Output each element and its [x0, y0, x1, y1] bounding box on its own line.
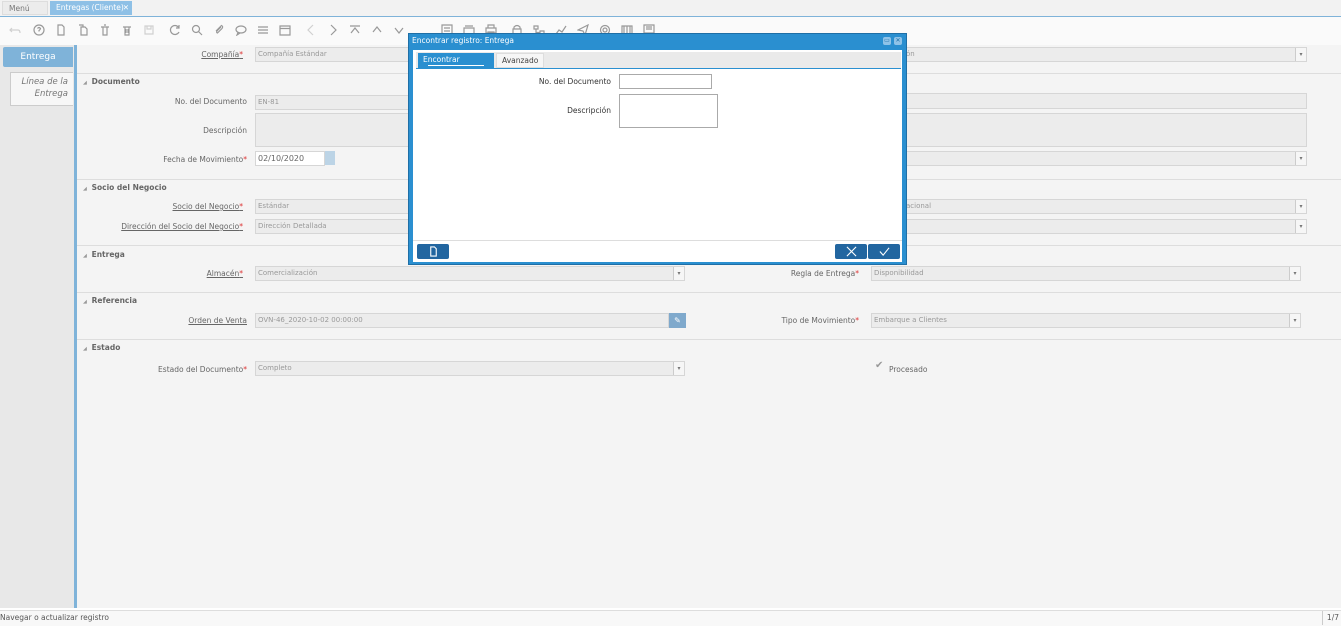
orden-field[interactable]: OVN-46_2020-10-02 00:00:00	[255, 313, 669, 328]
compania-field[interactable]: Compañía Estándar	[255, 47, 415, 62]
compania-label[interactable]: Compañía*	[23, 50, 243, 59]
grid-toggle-icon[interactable]	[256, 23, 270, 37]
dlg-no-documento-label: No. del Documento	[538, 77, 611, 86]
window-tab-bar: Menú (0) Entregas (Cliente) ✕	[0, 0, 1341, 27]
descripcion-right-field[interactable]	[903, 113, 1307, 147]
help-icon[interactable]	[32, 23, 46, 37]
procesado-checkbox[interactable]: ✔	[875, 361, 885, 371]
dialog-body: Encontrar registro Avanzado No. del Docu…	[413, 50, 902, 262]
chat-icon[interactable]	[234, 23, 248, 37]
chevron-down-icon[interactable]: ▾	[1295, 48, 1306, 61]
find-dialog: Encontrar registro: Entrega ▭ ✕ Encontra…	[408, 33, 907, 265]
chevron-down-icon[interactable]: ▾	[1295, 152, 1306, 165]
dialog-title: Encontrar registro: Entrega	[412, 36, 515, 45]
section-entrega-title[interactable]: Entrega	[83, 250, 125, 259]
calendar-icon[interactable]	[325, 151, 335, 165]
attachment-icon[interactable]	[212, 23, 226, 37]
no-documento-label: No. del Documento	[174, 97, 247, 106]
status-bar: Navegar o actualizar registro 1/7	[0, 610, 1341, 626]
section-referencia-title[interactable]: Referencia	[83, 296, 137, 305]
chevron-down-icon[interactable]: ▾	[1289, 267, 1300, 280]
fecha-field[interactable]: 02/10/2020	[255, 151, 325, 166]
compania-right-field[interactable]: ón ▾	[903, 47, 1307, 62]
delete-icon[interactable]	[98, 23, 112, 37]
tab-avanzado[interactable]: Avanzado	[496, 53, 544, 68]
section-documento-title[interactable]: Documento	[83, 77, 140, 86]
almacen-label[interactable]: Almacén*	[23, 269, 243, 278]
dialog-tabs: Encontrar registro Avanzado	[416, 52, 901, 78]
direccion-right-field[interactable]: ▾	[903, 219, 1307, 234]
socio-field[interactable]: Estándar	[255, 199, 415, 214]
record-counter: 1/7	[1321, 611, 1339, 625]
dlg-no-documento-input[interactable]	[619, 74, 712, 89]
tipo-field[interactable]: Embarque a Clientes ▾	[871, 313, 1301, 328]
fecha-right-field[interactable]: ▾	[903, 151, 1307, 166]
chevron-down-icon[interactable]: ▾	[1295, 200, 1306, 213]
save-icon[interactable]	[142, 23, 156, 37]
tab-encontrar-registro[interactable]: Encontrar registro	[418, 53, 494, 78]
chevron-down-icon[interactable]: ▾	[673, 362, 684, 375]
direccion-field[interactable]: Dirección Detallada	[255, 219, 415, 234]
previous-icon[interactable]	[304, 23, 318, 37]
socio-right-field[interactable]: acional ▾	[903, 199, 1307, 214]
section-referencia	[77, 292, 1341, 293]
no-documento-right-field[interactable]	[903, 93, 1307, 109]
section-estado-title[interactable]: Estado	[83, 343, 121, 352]
orden-label[interactable]: Orden de Venta	[27, 316, 247, 325]
estado-field[interactable]: Completo ▾	[255, 361, 685, 376]
next-icon[interactable]	[326, 23, 340, 37]
first-record-icon[interactable]	[348, 23, 362, 37]
close-icon	[846, 246, 856, 257]
fecha-label: Fecha de Movimiento*	[163, 155, 247, 164]
chevron-down-icon[interactable]: ▾	[1289, 314, 1300, 327]
calendar-icon[interactable]	[278, 23, 292, 37]
minimize-icon[interactable]: ▭	[883, 37, 891, 45]
status-text: Navegar o actualizar registro	[0, 613, 109, 622]
regla-field[interactable]: Disponibilidad ▾	[871, 266, 1301, 281]
almacen-field[interactable]: Comercialización ▾	[255, 266, 685, 281]
no-documento-field[interactable]: EN-81	[255, 95, 415, 110]
dlg-descripcion-label: Descripción	[567, 106, 611, 115]
undo-icon[interactable]	[8, 23, 22, 37]
dialog-footer	[413, 240, 902, 262]
estado-label: Estado del Documento*	[158, 365, 247, 374]
dlg-descripcion-input[interactable]	[619, 94, 718, 128]
descripcion-label: Descripción	[203, 126, 247, 135]
close-tab-icon[interactable]: ✕	[123, 1, 129, 15]
tab-entregas-label: Entregas (Cliente)	[56, 3, 124, 12]
section-estado	[77, 339, 1341, 340]
check-icon	[879, 247, 890, 257]
detail-record-icon[interactable]	[392, 23, 406, 37]
chevron-down-icon[interactable]: ▾	[1295, 220, 1306, 233]
tab-entregas[interactable]: Entregas (Cliente) ✕	[50, 1, 132, 15]
new-search-button[interactable]	[417, 244, 449, 259]
tipo-label: Tipo de Movimiento*	[781, 316, 859, 325]
parent-record-icon[interactable]	[370, 23, 384, 37]
socio-label[interactable]: Socio del Negocio*	[23, 202, 244, 211]
cancel-button[interactable]	[835, 244, 867, 259]
regla-label: Regla de Entrega*	[790, 269, 859, 278]
refresh-icon[interactable]	[168, 23, 182, 37]
direccion-label[interactable]: Dirección del Socio del Negocio*	[23, 222, 243, 231]
close-icon[interactable]: ✕	[894, 37, 902, 45]
descripcion-field[interactable]	[255, 113, 415, 147]
ok-button[interactable]	[868, 244, 900, 259]
section-socio-title[interactable]: Socio del Negocio	[83, 183, 167, 192]
delete-selection-icon[interactable]	[120, 23, 134, 37]
new-document-icon	[429, 246, 437, 257]
search-icon[interactable]	[190, 23, 204, 37]
procesado-label: Procesado	[889, 365, 928, 374]
new-record-icon[interactable]	[54, 23, 68, 37]
tab-menu[interactable]: Menú (0)	[2, 1, 48, 27]
copy-record-icon[interactable]	[76, 23, 90, 37]
